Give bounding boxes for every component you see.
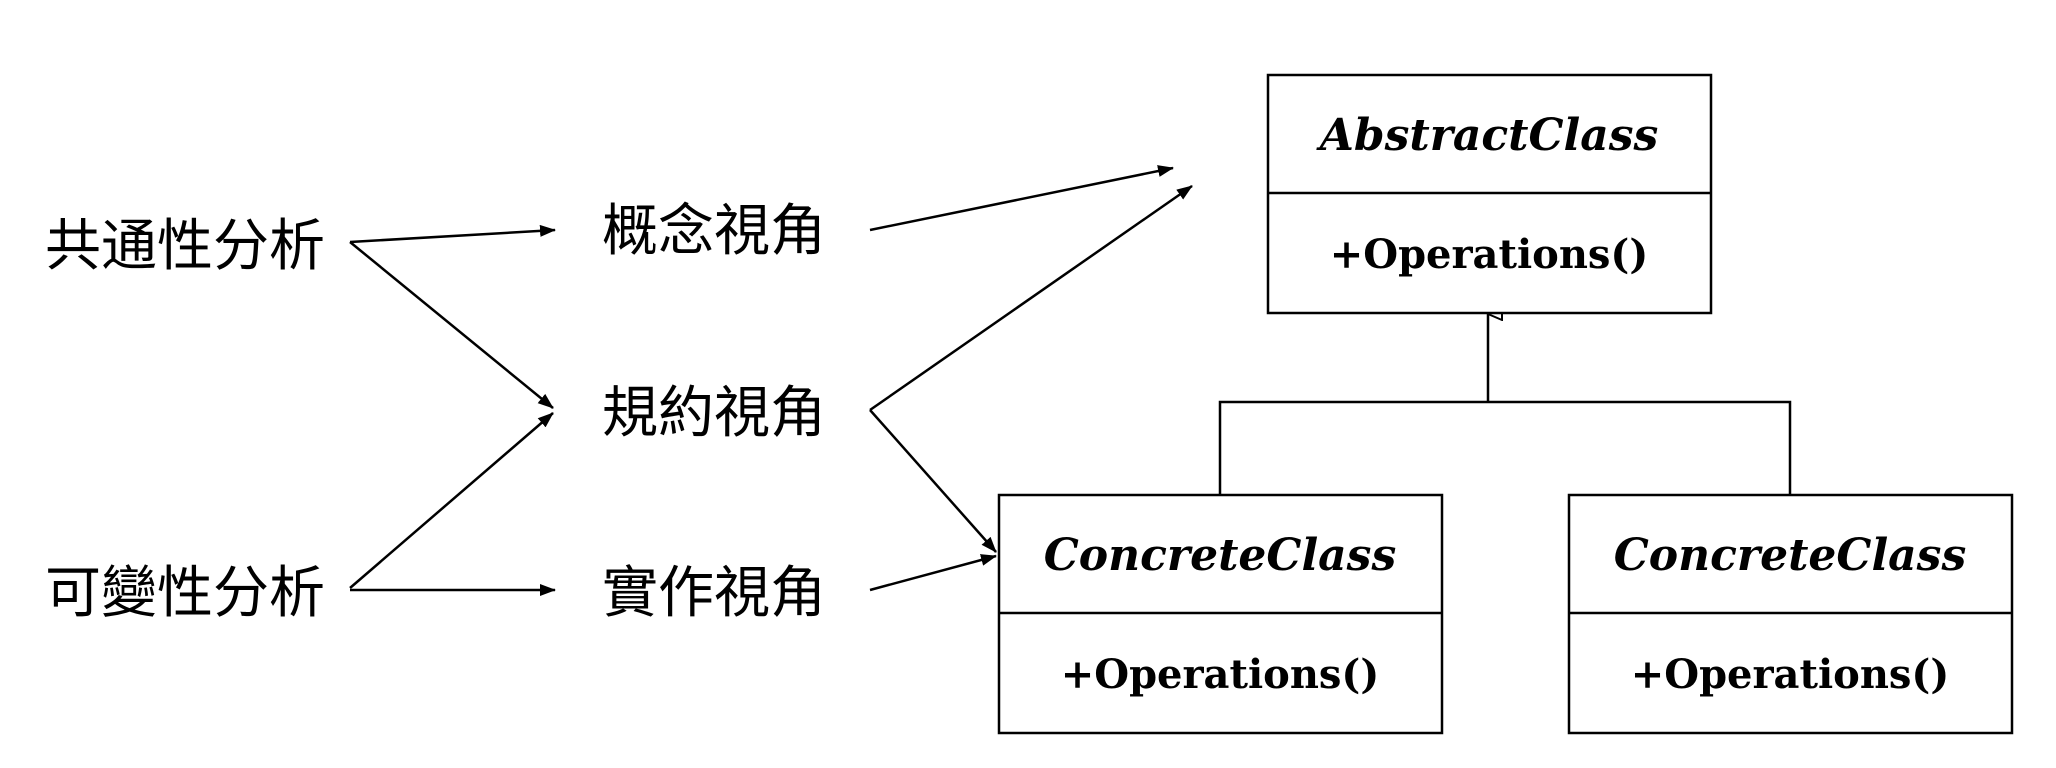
variability-analysis-label: 可變性分析 [45,561,325,626]
concrete-class-right-operations: +Operations() [1631,651,1950,698]
abstract-class-name: AbstractClass [1316,110,1659,161]
conceptual-perspective-label: 概念視角 [602,199,826,264]
concrete-class-right-name: ConcreteClass [1614,530,1966,581]
arrow-variability-to-specification [349,412,554,589]
abstract-class-operations: +Operations() [1330,231,1649,278]
abstract-class-box: AbstractClass +Operations() [1266,73,1713,315]
arrow-commonality-to-specification [349,241,554,409]
arrow-conceptual-to-abstract-class [869,165,1174,232]
specification-perspective-label: 規約視角 [602,381,826,446]
design-perspectives-diagram: 共通性分析 可變性分析 概念視角 規約視角 實作視角 AbstractClass… [45,73,2014,735]
concrete-class-left-name: ConcreteClass [1044,530,1396,581]
implementation-perspective-label: 實作視角 [602,561,826,626]
arrow-commonality-to-conceptual [349,224,556,244]
inheritance-branch [1218,400,1792,495]
concrete-class-left-box: ConcreteClass +Operations() [997,493,1444,735]
concrete-class-left-operations: +Operations() [1061,651,1380,698]
arrow-specification-to-concrete-class [869,409,997,553]
concrete-class-right-box: ConcreteClass +Operations() [1567,493,2014,735]
arrow-implementation-to-concrete-class [869,554,997,592]
commonality-analysis-label: 共通性分析 [45,214,325,279]
